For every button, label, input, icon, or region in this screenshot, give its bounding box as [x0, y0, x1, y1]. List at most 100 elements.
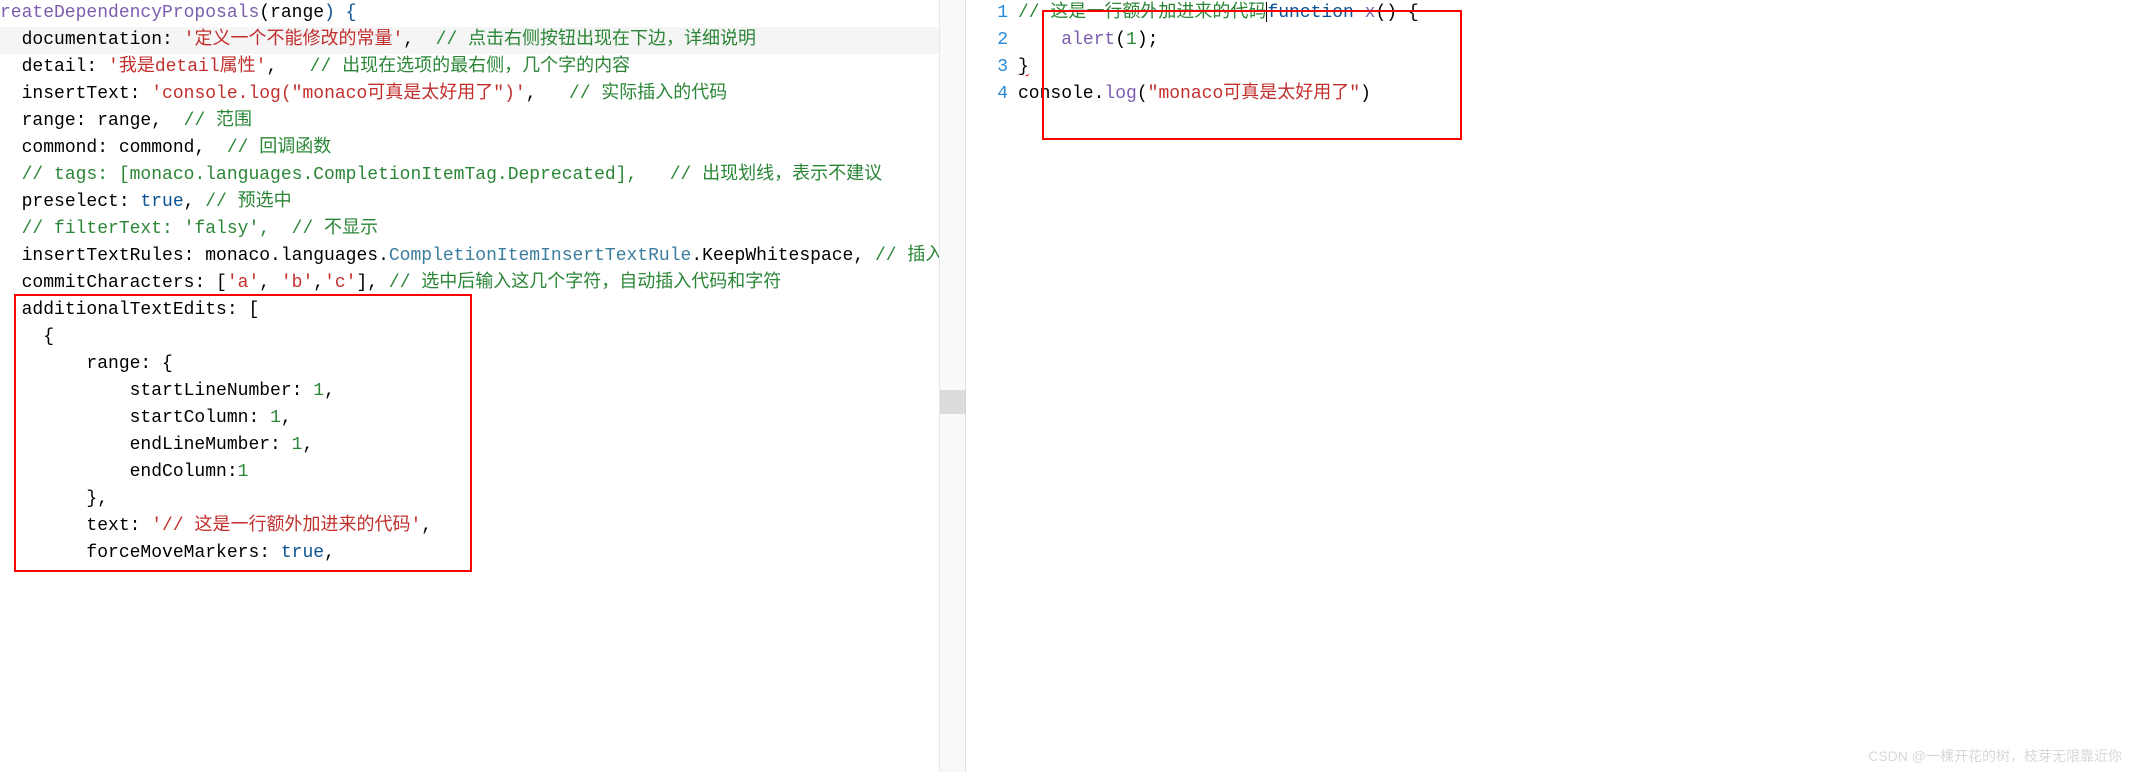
left-code-area[interactable]: reateDependencyProposals(range) { docume… [0, 0, 965, 772]
code-token: ( [1115, 30, 1126, 50]
code-token: // 点击右侧按钮出现在下边，详细说明 [436, 30, 756, 50]
code-token: , [184, 192, 206, 212]
minimap-thumb[interactable] [940, 390, 966, 414]
code-token: , [259, 273, 281, 293]
code-line[interactable]: range: { [0, 351, 965, 378]
code-token: // filterText: 'falsy', // 不显示 [22, 219, 378, 239]
code-token: , [313, 273, 324, 293]
right-editor-pane[interactable]: 1234 // 这是一行额外加进来的代码function x() { alert… [980, 0, 2130, 772]
code-line[interactable]: // 这是一行额外加进来的代码function x() { [1018, 0, 2130, 27]
code-token: function [1267, 3, 1353, 23]
code-token: , [324, 381, 335, 401]
line-number: 2 [980, 27, 1008, 54]
code-token: endLineMumber: [130, 435, 292, 455]
code-token: "monaco可真是太好用了" [1148, 84, 1360, 104]
code-token: '我是detail属性' [108, 57, 266, 77]
line-number: 4 [980, 81, 1008, 108]
code-token: forceMoveMarkers: [86, 543, 280, 563]
code-token: .KeepWhitespace, [691, 246, 875, 266]
code-line[interactable]: startColumn: 1, [0, 405, 965, 432]
code-line[interactable]: range: range, // 范围 [0, 108, 965, 135]
code-line[interactable]: detail: '我是detail属性', // 出现在选项的最右侧，几个字的内… [0, 54, 965, 81]
code-token: { [43, 327, 54, 347]
code-line[interactable]: preselect: true, // 预选中 [0, 189, 965, 216]
code-line[interactable]: { [0, 324, 965, 351]
code-token: preselect: [22, 192, 141, 212]
code-token: insertText: [22, 84, 152, 104]
code-token: , [281, 408, 292, 428]
code-line[interactable]: // tags: [monaco.languages.CompletionIte… [0, 162, 965, 189]
code-token: // 范围 [184, 111, 252, 131]
code-line[interactable]: insertText: 'console.log("monaco可真是太好用了"… [0, 81, 965, 108]
code-token: commond: commond, [22, 138, 227, 158]
code-token: , [403, 30, 435, 50]
code-line[interactable]: forceMoveMarkers: true, [0, 540, 965, 567]
code-line[interactable]: commitCharacters: ['a', 'b','c'], // 选中后… [0, 270, 965, 297]
code-line[interactable]: } [1018, 54, 2130, 81]
right-gutter: 1234 [980, 0, 1018, 108]
code-token: 1 [1126, 30, 1137, 50]
code-token: 1 [313, 381, 324, 401]
code-token: documentation: [22, 30, 184, 50]
code-token: ) { [324, 3, 356, 23]
code-token: ); [1137, 30, 1159, 50]
code-token: log [1104, 84, 1136, 104]
code-token: true [281, 543, 324, 563]
code-line[interactable]: // filterText: 'falsy', // 不显示 [0, 216, 965, 243]
line-number: 1 [980, 0, 1008, 27]
code-token: 'console.log("monaco可真是太好用了")' [151, 84, 525, 104]
code-token: range: range, [22, 111, 184, 131]
code-line[interactable]: documentation: '定义一个不能修改的常量', // 点击右侧按钮出… [0, 27, 965, 54]
code-token: endColumn: [130, 462, 238, 482]
code-line[interactable]: reateDependencyProposals(range) { [0, 0, 965, 27]
code-token: range [270, 3, 324, 23]
code-token: 'a' [227, 273, 259, 293]
code-token: alert [1061, 30, 1115, 50]
code-line[interactable]: commond: commond, // 回调函数 [0, 135, 965, 162]
left-editor-pane[interactable]: reateDependencyProposals(range) { docume… [0, 0, 966, 772]
code-token: } [1018, 57, 1029, 77]
code-token: // 回调函数 [227, 138, 331, 158]
code-token: , [302, 435, 313, 455]
code-line[interactable]: text: '// 这是一行额外加进来的代码', [0, 513, 965, 540]
code-line[interactable]: additionalTextEdits: [ [0, 297, 965, 324]
code-token: '定义一个不能修改的常量' [184, 30, 404, 50]
code-token: 1 [238, 462, 249, 482]
code-token: ( [259, 3, 270, 23]
code-line[interactable]: }, [0, 486, 965, 513]
code-line[interactable]: endLineMumber: 1, [0, 432, 965, 459]
code-token: 1 [292, 435, 303, 455]
code-token: console. [1018, 84, 1104, 104]
code-token: 1 [270, 408, 281, 428]
code-token: // 选中后输入这几个字符，自动插入代码和字符 [389, 273, 781, 293]
code-token: 'b' [281, 273, 313, 293]
code-token: additionalTextEdits: [ [22, 300, 260, 320]
code-token: ) [1360, 84, 1371, 104]
code-token: 'c' [324, 273, 356, 293]
right-code-area[interactable]: // 这是一行额外加进来的代码function x() { alert(1);}… [1018, 0, 2130, 108]
code-token: // 预选中 [205, 192, 291, 212]
code-token: insertTextRules: monaco.languages. [22, 246, 389, 266]
code-token: , [526, 84, 569, 104]
code-token: '// 这是一行额外加进来的代码' [151, 516, 421, 536]
code-token: startLineNumber: [130, 381, 314, 401]
code-token: , [421, 516, 432, 536]
code-token: text: [86, 516, 151, 536]
code-line[interactable]: startLineNumber: 1, [0, 378, 965, 405]
code-line[interactable]: alert(1); [1018, 27, 2130, 54]
code-token: // 实际插入的代码 [569, 84, 727, 104]
code-token: true [140, 192, 183, 212]
code-token: detail: [22, 57, 108, 77]
code-token [1354, 3, 1365, 23]
minimap-left[interactable] [939, 0, 965, 772]
code-line[interactable]: endColumn:1 [0, 459, 965, 486]
code-token: () { [1375, 3, 1418, 23]
code-token: }, [86, 489, 108, 509]
line-number: 3 [980, 54, 1008, 81]
code-token: // 出现在选项的最右侧，几个字的内容 [310, 57, 630, 77]
code-token: range: { [86, 354, 172, 374]
code-token: // 这是一行额外加进来的代码 [1018, 3, 1266, 23]
code-token: CompletionItemInsertTextRule [389, 246, 691, 266]
code-line[interactable]: insertTextRules: monaco.languages.Comple… [0, 243, 965, 270]
code-line[interactable]: console.log("monaco可真是太好用了") [1018, 81, 2130, 108]
